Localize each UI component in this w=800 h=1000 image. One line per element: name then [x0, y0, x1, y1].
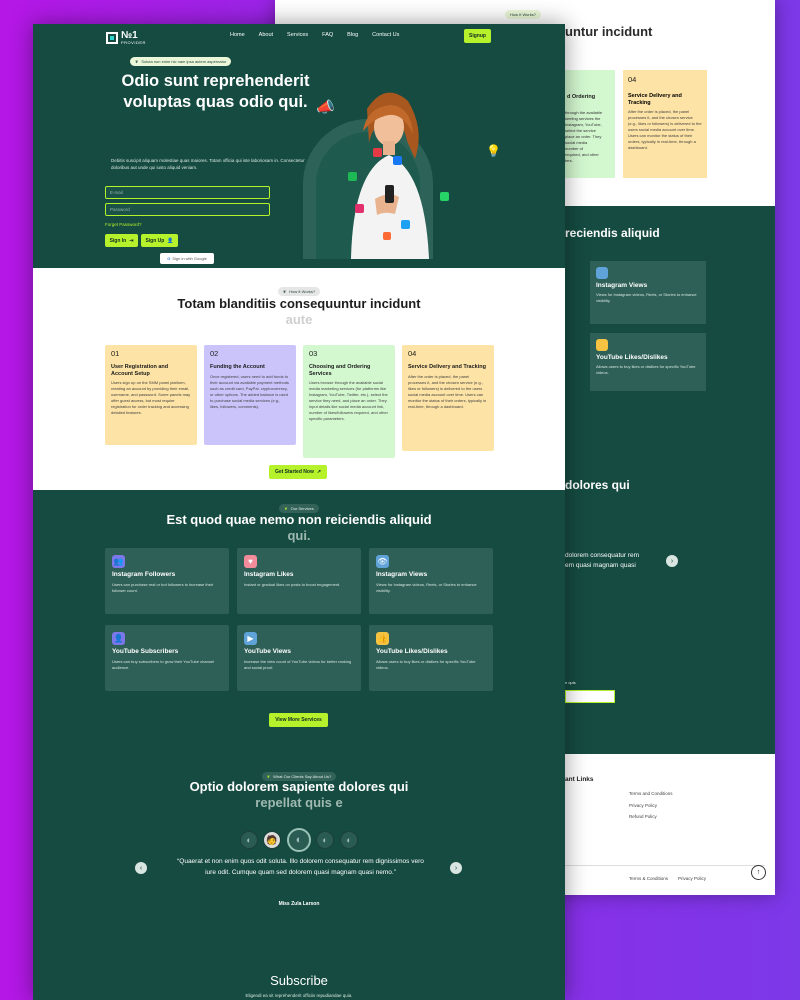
client-avatar[interactable]: 🧑 [263, 831, 281, 849]
nav-about[interactable]: About [259, 32, 273, 38]
password-field[interactable]: Password [105, 203, 270, 216]
back-footer-links: Terms and Conditions Privacy Policy Refu… [629, 791, 673, 819]
client-avatar-active[interactable]: ◐ [287, 828, 311, 852]
services-title-fade: qui. [287, 528, 311, 543]
nav-home[interactable]: Home [230, 32, 245, 38]
logo-icon [106, 31, 118, 44]
back-card-4: 04 Service Delivery and Tracking After t… [623, 70, 707, 178]
add-user-icon: 👤 [167, 237, 174, 244]
youtube-views-icon: ▶ [244, 632, 257, 645]
testimonial-author: Miss Zula Larson [278, 901, 320, 907]
view-more-services-button[interactable]: View More Services [269, 713, 328, 727]
forgot-password-link[interactable]: Forget Password? [105, 222, 142, 227]
email-field[interactable]: E-mail [105, 186, 270, 199]
hero-subtitle: Debitis suscipit aliquam molestiae quas … [111, 158, 305, 170]
login-icon: ⇥ [129, 237, 134, 244]
google-signin-button[interactable]: G Sign in with Google [160, 253, 214, 264]
lightbulb-icon: 💡 [486, 144, 501, 158]
views-icon [596, 267, 608, 279]
client-avatar[interactable]: ◐ [240, 831, 258, 849]
nav-faq[interactable]: FAQ [322, 32, 333, 38]
back-pill: How It Works? [505, 10, 541, 19]
service-card-instagram-views[interactable]: 👁 Instagram Views Views for Instagram vid… [369, 548, 493, 614]
whatsapp-icon [440, 192, 449, 201]
testimonials-title: Optio dolorem sapiente dolores qui [189, 779, 409, 794]
nav-blog[interactable]: Blog [347, 32, 358, 38]
chevron-right-icon: › [454, 864, 458, 872]
back-title: untur incidunt [565, 24, 653, 39]
how-title-fade: aute [285, 312, 313, 327]
reddit-icon [383, 232, 391, 240]
thumbs-icon: 👍 [376, 632, 389, 645]
service-card-instagram-likes[interactable]: ♥ Instagram Likes Instant or gradual like… [237, 548, 361, 614]
google-icon: G [167, 256, 171, 261]
back-to-top-button[interactable]: ↑ [751, 865, 766, 880]
megaphone-icon: 📣 [316, 99, 335, 116]
hero-title: Odio sunt reprehenderit voluptas quas od… [121, 72, 310, 111]
service-card-youtube-views[interactable]: ▶ YouTube Views Increase the view count o… [237, 625, 361, 691]
client-avatar[interactable]: ◐ [340, 831, 358, 849]
sign-up-button[interactable]: Sign Up 👤 [141, 234, 178, 247]
leaf-icon: ❦ [135, 59, 139, 64]
hero-pill: ❦ Soluta non enim hic nam ipsa autem aspe… [130, 57, 232, 66]
service-card-youtube-likes[interactable]: 👍 YouTube Likes/Dislikes Allows users to … [369, 625, 493, 691]
back-subscribe-input [565, 690, 615, 703]
testimonials-title-fade: repellat quis e [255, 795, 343, 810]
prev-testimonial-button[interactable]: ‹ [135, 862, 147, 874]
leaf-icon: ❦ [282, 289, 287, 294]
how-title: Totam blanditiis consequuntur incidunt [177, 296, 421, 311]
back-card-partial: d Ordering through the available keeting… [565, 70, 615, 178]
followers-icon: 👥 [112, 555, 125, 568]
step-card-2: 02 Funding the Account Once registered, us… [204, 345, 296, 445]
client-avatar[interactable]: ◐ [316, 831, 334, 849]
service-card-instagram-followers[interactable]: 👥 Instagram Followers Users can purchase … [105, 548, 229, 614]
nav-services[interactable]: Services [287, 32, 308, 38]
back-next-arrow: › [666, 555, 678, 567]
views-icon: 👁 [376, 555, 389, 568]
brand-logo[interactable]: №1 PROVIDER [106, 30, 146, 45]
arrow-up-right-icon: ↗ [316, 469, 322, 475]
step-card-1: 01 User Registration and Account Setup Use… [105, 345, 197, 445]
thumbs-icon [596, 339, 608, 351]
landing-page: №1 PROVIDER Home About Services FAQ Blog … [33, 24, 565, 1000]
service-card-youtube-subscribers[interactable]: 👤 YouTube Subscribers Users can buy subsc… [105, 625, 229, 691]
leaf-icon: ❦ [284, 506, 288, 511]
instagram-icon [355, 204, 364, 213]
likes-icon: ♥ [244, 555, 257, 568]
subscribe-text: Eligendi ea sit reprehenderit officiis r… [245, 993, 353, 998]
next-testimonial-button[interactable]: › [450, 862, 462, 874]
services-title: Est quod quae nemo non reiciendis aliqui… [166, 512, 432, 527]
step-card-4: 04 Service Delivery and Tracking After the… [402, 345, 494, 451]
top-navigation: №1 PROVIDER Home About Services FAQ Blog … [33, 24, 565, 50]
sign-in-button[interactable]: Sign In ⇥ [105, 234, 138, 247]
facebook-icon [393, 156, 402, 165]
testimonial-quote: “Quaerat et non enim quos odit soluta. I… [177, 858, 424, 876]
subscribers-icon: 👤 [112, 632, 125, 645]
nav-menu: Home About Services FAQ Blog Contact Us [230, 32, 399, 38]
chevron-left-icon: ‹ [139, 864, 143, 872]
subscribe-title: Subscribe [270, 973, 328, 988]
step-card-3: 03 Choosing and Ordering Services Users br… [303, 345, 395, 458]
youtube-icon [373, 148, 382, 157]
how-pill: ❦ How It Works? [277, 287, 321, 296]
twitter-icon [401, 220, 410, 229]
get-started-button[interactable]: Get Started Now ↗ [269, 465, 327, 479]
spotify-icon [348, 172, 357, 181]
nav-contact[interactable]: Contact Us [372, 32, 399, 38]
signup-button[interactable]: Signup [464, 29, 491, 43]
